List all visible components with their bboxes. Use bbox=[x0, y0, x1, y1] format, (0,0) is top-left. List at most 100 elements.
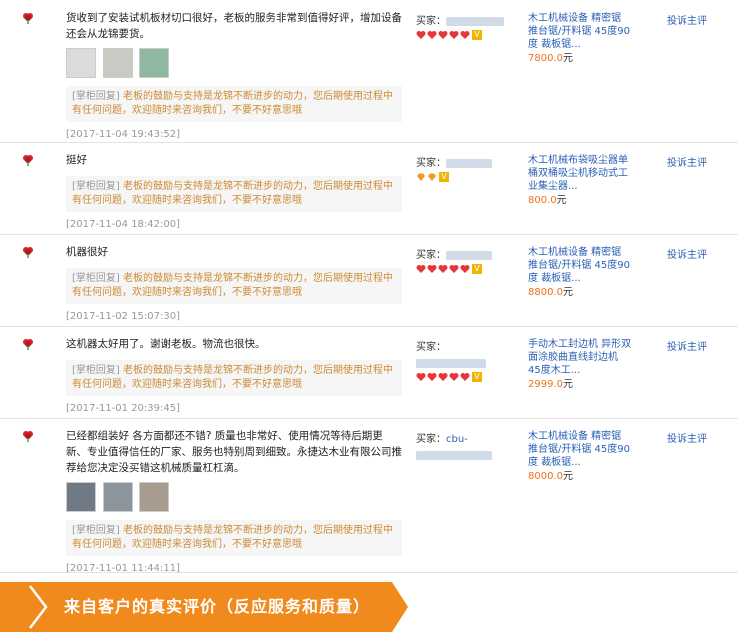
buyer-credit-hearts: V bbox=[416, 372, 516, 384]
review-time: [2017-11-04 19:43:52] bbox=[66, 129, 181, 140]
price-value: 8000.0 bbox=[528, 471, 563, 482]
buyer-name-blurred bbox=[446, 158, 492, 168]
vip-badge-icon: V bbox=[472, 264, 482, 274]
price-unit: 元 bbox=[563, 53, 573, 64]
review-text: 货收到了安装试机板材切口很好，老板的服务非常到值得好评，增加设备还会从龙锦要货。 bbox=[66, 12, 402, 40]
rose-icon bbox=[22, 430, 34, 442]
buyer-name-blurred bbox=[446, 16, 504, 26]
heart-icon bbox=[427, 265, 437, 273]
buyer-credit-hearts: V bbox=[416, 264, 516, 276]
buyer-label: 买家： bbox=[416, 250, 446, 261]
product-link[interactable]: 木工机械设备 精密锯 推台锯/开料锯 45度90度 裁板锯... bbox=[528, 246, 632, 285]
buyer-name-blurred bbox=[446, 250, 492, 260]
price-unit: 元 bbox=[563, 287, 573, 298]
heart-icon bbox=[438, 265, 448, 273]
complain-link[interactable]: 投诉主评 bbox=[667, 154, 707, 169]
buyer-credit-hearts: V bbox=[416, 30, 516, 42]
heart-icon bbox=[460, 265, 470, 273]
product-link[interactable]: 木工机械布袋吸尘器单桶双桶吸尘机移动式工业集尘器... bbox=[528, 154, 632, 193]
buyer-label: 买家： bbox=[416, 158, 446, 169]
product-price: 800.0元 bbox=[528, 194, 632, 208]
rose-icon bbox=[22, 12, 34, 24]
vip-badge-icon: V bbox=[472, 372, 482, 382]
heart-icon bbox=[416, 373, 426, 381]
review-photo[interactable] bbox=[139, 48, 169, 78]
review-photo[interactable] bbox=[66, 482, 96, 512]
heart-icon bbox=[438, 31, 448, 39]
reply-text: 老板的鼓励与支持是龙锦不断进步的动力，您后期使用过程中有任何问题，欢迎随时来咨询… bbox=[72, 525, 393, 550]
seller-reply: [掌柜回复] 老板的鼓励与支持是龙锦不断进步的动力，您后期使用过程中有任何问题，… bbox=[66, 86, 402, 122]
buyer-info: 买家：cbu- bbox=[416, 430, 516, 461]
rose-icon bbox=[22, 154, 34, 166]
complain-link[interactable]: 投诉主评 bbox=[667, 246, 707, 261]
buyer-name-blurred bbox=[416, 450, 492, 460]
buyer-info: 买家： V bbox=[416, 12, 516, 42]
reply-text: 老板的鼓励与支持是龙锦不断进步的动力，您后期使用过程中有任何问题，欢迎随时来咨询… bbox=[72, 273, 393, 298]
product-price: 7800.0元 bbox=[528, 52, 632, 66]
price-value: 800.0 bbox=[528, 195, 557, 206]
product-link[interactable]: 手动木工封边机 异形双面涂胶曲直线封边机 45度木工... bbox=[528, 338, 632, 377]
heart-icon bbox=[416, 265, 426, 273]
seller-reply: [掌柜回复] 老板的鼓励与支持是龙锦不断进步的动力，您后期使用过程中有任何问题，… bbox=[66, 268, 402, 304]
review-photos bbox=[66, 482, 402, 512]
price-value: 7800.0 bbox=[528, 53, 563, 64]
vip-badge-icon: V bbox=[439, 172, 449, 182]
diamond-icon bbox=[428, 173, 436, 181]
buyer-name-prefix: cbu- bbox=[446, 434, 468, 445]
review-time: [2017-11-01 11:44:11] bbox=[66, 563, 181, 574]
heart-icon bbox=[427, 31, 437, 39]
buyer-info: 买家： V bbox=[416, 338, 516, 384]
heart-icon bbox=[449, 265, 459, 273]
reply-tag: [掌柜回复] bbox=[72, 273, 120, 284]
review-time: [2017-11-02 15:07:30] bbox=[66, 311, 181, 322]
banner-title: 来自客户的真实评价（反应服务和质量） bbox=[64, 597, 371, 616]
review-item: 挺好 [掌柜回复] 老板的鼓励与支持是龙锦不断进步的动力，您后期使用过程中有任何… bbox=[0, 142, 738, 235]
complain-link[interactable]: 投诉主评 bbox=[667, 12, 707, 27]
reply-tag: [掌柜回复] bbox=[72, 525, 120, 536]
review-item: 机器很好 [掌柜回复] 老板的鼓励与支持是龙锦不断进步的动力，您后期使用过程中有… bbox=[0, 234, 738, 327]
review-time: [2017-11-04 18:42:00] bbox=[66, 219, 181, 230]
price-unit: 元 bbox=[563, 471, 573, 482]
reply-tag: [掌柜回复] bbox=[72, 91, 120, 102]
heart-icon bbox=[438, 373, 448, 381]
heart-icon bbox=[449, 31, 459, 39]
vip-badge-icon: V bbox=[472, 30, 482, 40]
product-link[interactable]: 木工机械设备 精密锯 推台锯/开料锯 45度90度 裁板锯... bbox=[528, 12, 632, 51]
buyer-credit-icons: V bbox=[416, 172, 516, 184]
complain-link[interactable]: 投诉主评 bbox=[667, 430, 707, 445]
price-value: 2999.0 bbox=[528, 379, 563, 390]
diamond-icon bbox=[417, 173, 425, 181]
product-price: 2999.0元 bbox=[528, 378, 632, 392]
seller-reply: [掌柜回复] 老板的鼓励与支持是龙锦不断进步的动力，您后期使用过程中有任何问题，… bbox=[66, 520, 402, 556]
review-item: 这机器太好用了。谢谢老板。物流也很快。 [掌柜回复] 老板的鼓励与支持是龙锦不断… bbox=[0, 326, 738, 419]
review-time: [2017-11-01 20:39:45] bbox=[66, 403, 181, 414]
seller-reply: [掌柜回复] 老板的鼓励与支持是龙锦不断进步的动力，您后期使用过程中有任何问题，… bbox=[66, 360, 402, 396]
heart-icon bbox=[460, 31, 470, 39]
review-photo[interactable] bbox=[102, 482, 133, 512]
reply-tag: [掌柜回复] bbox=[72, 181, 120, 192]
review-text: 这机器太好用了。谢谢老板。物流也很快。 bbox=[66, 338, 266, 350]
reply-text: 老板的鼓励与支持是龙锦不断进步的动力，您后期使用过程中有任何问题，欢迎随时来咨询… bbox=[72, 91, 393, 116]
review-text: 机器很好 bbox=[66, 246, 108, 258]
review-photos bbox=[66, 48, 402, 78]
review-photo[interactable] bbox=[139, 482, 169, 512]
buyer-info: 买家： V bbox=[416, 154, 516, 184]
review-photo[interactable] bbox=[102, 48, 133, 78]
heart-icon bbox=[416, 31, 426, 39]
product-price: 8000.0元 bbox=[528, 470, 632, 484]
seller-reply: [掌柜回复] 老板的鼓励与支持是龙锦不断进步的动力，您后期使用过程中有任何问题，… bbox=[66, 176, 402, 212]
reply-text: 老板的鼓励与支持是龙锦不断进步的动力，您后期使用过程中有任何问题，欢迎随时来咨询… bbox=[72, 181, 393, 206]
product-link[interactable]: 木工机械设备 精密锯 推台锯/开料锯 45度90度 裁板锯... bbox=[528, 430, 632, 469]
complain-link[interactable]: 投诉主评 bbox=[667, 338, 707, 353]
heart-icon bbox=[449, 373, 459, 381]
price-unit: 元 bbox=[556, 195, 567, 206]
review-text: 已经都组装好 各方面都还不错? 质量也非常好、使用情况等待后期更新、专业值得信任… bbox=[66, 430, 402, 474]
review-item: 已经都组装好 各方面都还不错? 质量也非常好、使用情况等待后期更新、专业值得信任… bbox=[0, 418, 738, 574]
review-item: 货收到了安装试机板材切口很好，老板的服务非常到值得好评，增加设备还会从龙锦要货。… bbox=[0, 0, 738, 143]
rose-icon bbox=[22, 338, 34, 350]
buyer-label: 买家： bbox=[416, 16, 446, 27]
review-photo[interactable] bbox=[66, 48, 96, 78]
buyer-label: 买家： bbox=[416, 342, 446, 353]
rose-icon bbox=[22, 246, 34, 258]
product-price: 8800.0元 bbox=[528, 286, 632, 300]
